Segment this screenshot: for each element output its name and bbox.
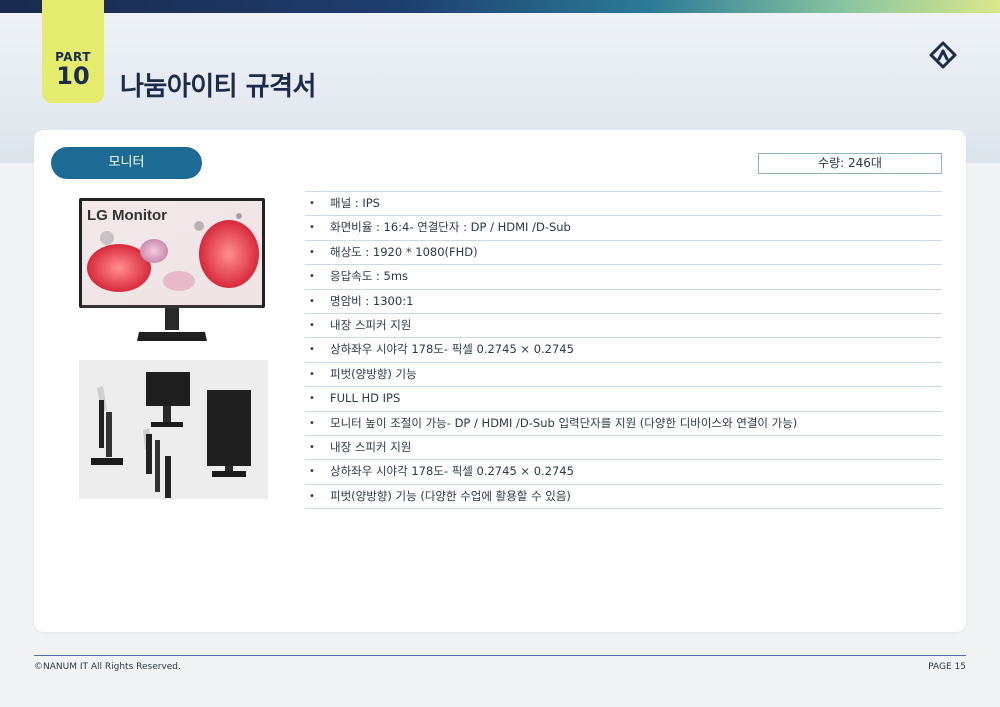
spec-item: • 해상도 : 1920 * 1080(FHD) — [305, 241, 942, 266]
footer-page-number: PAGE 15 — [928, 662, 966, 672]
monitor-angles-image — [79, 360, 268, 499]
footer-copyright: ©NANUM IT All Rights Reserved. — [34, 662, 181, 672]
spec-text: 내장 스피커 지원 — [330, 439, 412, 454]
spec-item: • 모니터 높이 조절이 가능- DP / HDMI /D-Sub 입력단자를 지… — [305, 412, 942, 436]
spec-text: 상하좌우 시야각 178도- 픽셀 0.2745 × 0.2745 — [330, 342, 574, 357]
spec-text: 응답속도 : 5ms — [330, 269, 409, 284]
spec-item: • 내장 스피커 지원 — [305, 436, 942, 461]
part-tab: PART 10 — [42, 0, 104, 103]
bullet-icon: • — [309, 222, 315, 234]
spec-item: • 피벗(양방향) 기능 (다양한 수업에 활용할 수 있음) — [305, 485, 942, 510]
top-gradient-strip — [0, 0, 1000, 13]
spec-item: • 패널 : IPS — [305, 192, 942, 217]
category-pill: 모니터 — [51, 147, 202, 179]
spec-item: • FULL HD IPS — [305, 387, 942, 412]
spec-item: • 응답속도 : 5ms — [305, 265, 942, 290]
bullet-icon: • — [309, 246, 315, 258]
spec-item: • 화면비율 : 16:4- 연결단자 : DP / HDMI /D-Sub — [305, 216, 942, 241]
monitor-front-image: LG Monitor — [79, 198, 265, 341]
bullet-icon: • — [309, 466, 315, 478]
spec-item: • 내장 스피커 지원 — [305, 314, 942, 339]
spec-item: • 피벗(양방향) 기능 — [305, 363, 942, 388]
page-title: 나눔아이티 규격서 — [120, 72, 316, 102]
spec-text: 해상도 : 1920 * 1080(FHD) — [330, 244, 478, 259]
bullet-icon: • — [309, 417, 315, 429]
quantity-box: 수량: 246대 — [758, 153, 942, 174]
footer-divider — [34, 655, 966, 656]
monitor-brand-text: LG Monitor — [87, 207, 167, 224]
spec-text: 피벗(양방향) 기능 — [330, 366, 417, 381]
spec-text: 화면비율 : 16:4- 연결단자 : DP / HDMI /D-Sub — [330, 220, 571, 235]
spec-text: 모니터 높이 조절이 가능- DP / HDMI /D-Sub 입력단자를 지원… — [330, 415, 798, 430]
bullet-icon: • — [309, 344, 315, 356]
bullet-icon: • — [309, 490, 315, 502]
spec-text: FULL HD IPS — [330, 391, 401, 406]
spec-text: 피벗(양방향) 기능 (다양한 수업에 활용할 수 있음) — [330, 488, 571, 503]
bullet-icon: • — [309, 295, 315, 307]
spec-text: 명암비 : 1300:1 — [330, 293, 414, 308]
part-number: 10 — [56, 62, 90, 90]
spec-list: • 패널 : IPS • 화면비율 : 16:4- 연결단자 : DP / HDMI… — [305, 191, 942, 510]
spec-text: 패널 : IPS — [330, 196, 380, 210]
spec-item: • 상하좌우 시야각 178도- 픽셀 0.2745 × 0.2745 — [305, 338, 942, 363]
spec-item: • 명암비 : 1300:1 — [305, 290, 942, 314]
bullet-icon: • — [309, 441, 315, 453]
bullet-icon: • — [309, 368, 315, 380]
bullet-icon: • — [309, 198, 315, 209]
spec-item: • 상하좌우 시야각 178도- 픽셀 0.2745 × 0.2745 — [305, 460, 942, 485]
bullet-icon: • — [309, 319, 315, 331]
nanum-logo-icon — [929, 41, 957, 69]
spec-text: 내장 스피커 지원 — [330, 317, 412, 332]
spec-card: 모니터 수량: 246대 LG Monitor • 패널: IPS • 화면비… — [34, 130, 966, 632]
spec-text: 상하좌우 시야각 178도- 픽셀 0.2745 × 0.2745 — [330, 464, 574, 479]
bullet-icon: • — [309, 271, 315, 283]
bullet-icon: • — [309, 393, 315, 405]
